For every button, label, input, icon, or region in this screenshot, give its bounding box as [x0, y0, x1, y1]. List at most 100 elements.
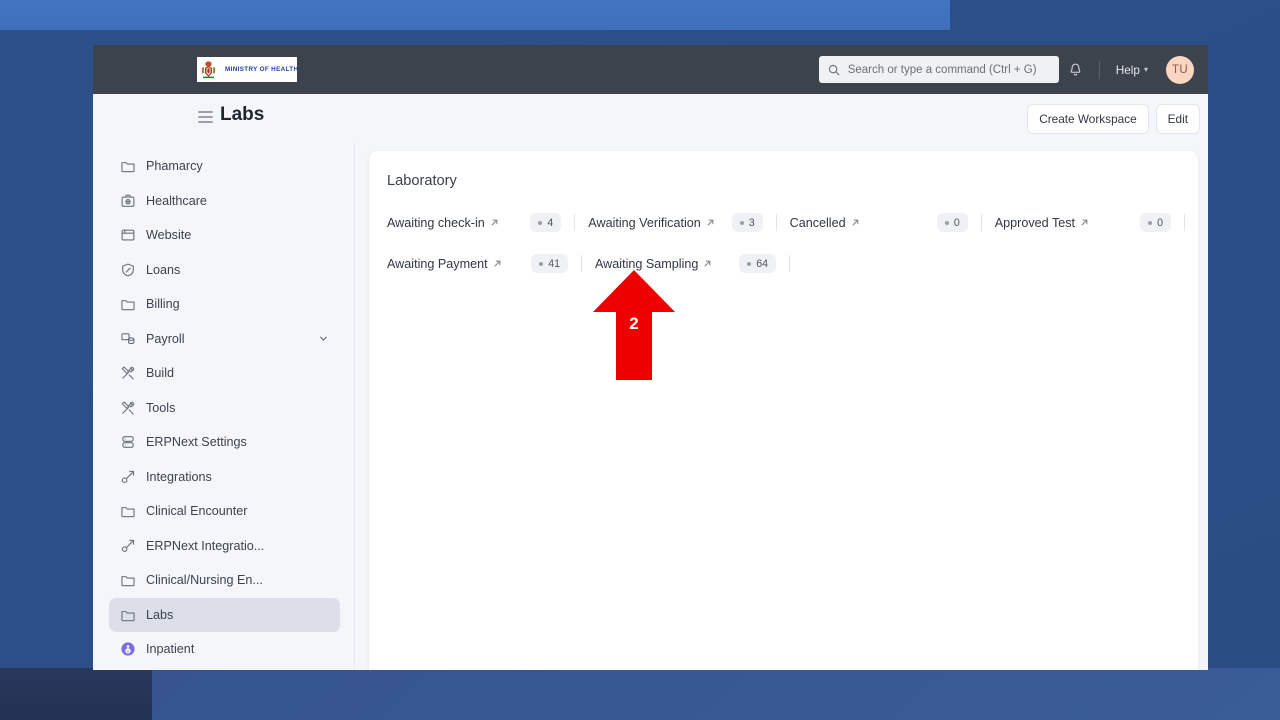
- shortcut-link-awaiting-payment[interactable]: Awaiting Payment: [387, 257, 502, 271]
- build-tools-icon: [120, 365, 136, 381]
- shortcut-count: 4: [547, 216, 554, 229]
- shortcut-separator: [1184, 214, 1185, 231]
- shortcut-label: Awaiting Sampling: [595, 256, 699, 271]
- sidebar-item-integrations[interactable]: Integrations: [109, 460, 340, 495]
- integrations-icon: [120, 469, 136, 485]
- ministry-of-health-logo[interactable]: MINISTRY OF HEALTH: [197, 57, 299, 82]
- shortcut-link-awaiting-sampling[interactable]: Awaiting Sampling: [595, 257, 712, 271]
- status-dot-icon: [944, 220, 949, 225]
- hamburger-menu-icon[interactable]: [198, 111, 213, 123]
- page-header-actions: Create Workspace Edit: [1027, 104, 1200, 134]
- arrow-up-right-icon: [490, 218, 499, 227]
- shortcut-separator: [980, 214, 982, 231]
- shortcut-label: Awaiting Payment: [387, 256, 488, 271]
- shortcut-count-badge: 0: [1140, 213, 1171, 232]
- sidebar-item-label: Clinical/Nursing En...: [146, 573, 263, 588]
- shortcut-count: 41: [548, 257, 560, 270]
- sidebar-item-labs[interactable]: Labs: [109, 597, 340, 632]
- browser-window-icon: [120, 227, 136, 243]
- folder-icon: [120, 503, 136, 519]
- shortcut-cell: Awaiting Verification 3: [588, 213, 789, 232]
- sidebar-item-clinical-encounter[interactable]: Clinical Encounter: [109, 494, 340, 529]
- status-dot-icon: [538, 220, 543, 225]
- sidebar-item-build[interactable]: Build: [109, 356, 340, 391]
- status-dot-icon: [539, 261, 544, 266]
- sidebar-item-label: Build: [146, 366, 175, 381]
- search-input[interactable]: Search or type a command (Ctrl + G): [818, 56, 1059, 83]
- sidebar-item-label: ERPNext Integratio...: [146, 538, 265, 553]
- medical-kit-icon: [120, 193, 136, 209]
- main-content-area: Laboratory Awaiting check-in 4 Awaiting Ve…: [355, 142, 1208, 670]
- shortcut-count-badge: 4: [530, 213, 562, 232]
- chevron-down-icon: ▾: [1143, 65, 1148, 74]
- navbar-right-group: Search or type a command (Ctrl + G) Help…: [818, 45, 1194, 94]
- shortcut-separator: [775, 214, 777, 231]
- sidebar-item-phamarcy[interactable]: Phamarcy: [109, 149, 340, 184]
- sidebar-item-label: Website: [146, 228, 192, 243]
- edit-button[interactable]: Edit: [1155, 104, 1200, 134]
- sidebar-item-payroll[interactable]: Payroll: [109, 322, 340, 357]
- arrow-up-right-icon: [703, 259, 712, 268]
- desktop-wallpaper-bottom-left: [0, 668, 152, 720]
- shortcut-link-awaiting-check-in[interactable]: Awaiting check-in: [387, 216, 499, 230]
- arrow-up-right-icon: [493, 259, 502, 268]
- shortcut-row: Awaiting check-in 4 Awaiting Verification 3…: [387, 213, 1198, 232]
- sidebar-item-loans[interactable]: Loans: [109, 253, 340, 288]
- sidebar-item-erpnext-integratio[interactable]: ERPNext Integratio...: [109, 529, 340, 564]
- shortcut-link-approved-test[interactable]: Approved Test: [995, 216, 1089, 230]
- notifications-button[interactable]: [1059, 45, 1093, 94]
- shortcut-link-cancelled[interactable]: Cancelled: [790, 216, 860, 230]
- sidebar-item-clinical-nursing-en[interactable]: Clinical/Nursing En...: [109, 563, 340, 598]
- chevron-down-icon[interactable]: [318, 333, 329, 344]
- payroll-icon: [120, 331, 136, 347]
- sidebar-item-erpnext-settings[interactable]: ERPNext Settings: [109, 425, 340, 460]
- sidebar-item-label: Phamarcy: [146, 159, 203, 174]
- shortcut-count: 3: [748, 216, 755, 229]
- top-navbar: MINISTRY OF HEALTH Search or type a comm…: [93, 45, 1208, 94]
- sidebar-item-label: Inpatient: [146, 642, 195, 657]
- sidebar-item-label: Payroll: [146, 331, 185, 346]
- desktop-wallpaper-bottom-right: [152, 668, 1280, 720]
- shortcut-cell: Awaiting check-in 4: [387, 213, 588, 232]
- page-body: Phamarcy Healthcare Website Loans Billing Pay…: [93, 142, 1208, 670]
- sidebar-item-label: Healthcare: [146, 193, 207, 208]
- section-title: Laboratory: [387, 173, 457, 189]
- shortcut-label: Awaiting Verification: [588, 215, 701, 230]
- help-label: Help: [1115, 62, 1140, 77]
- sidebar-item-label: Tools: [146, 400, 176, 415]
- desktop-wallpaper-top: [0, 0, 950, 30]
- sidebar-item-website[interactable]: Website: [109, 218, 340, 253]
- shortcut-count: 0: [953, 216, 960, 229]
- sidebar-item-tools[interactable]: Tools: [109, 391, 340, 426]
- desktop-background: MINISTRY OF HEALTH Search or type a comm…: [0, 0, 1280, 720]
- shortcut-label: Awaiting check-in: [387, 215, 485, 230]
- status-dot-icon: [1148, 220, 1153, 225]
- avatar[interactable]: TU: [1166, 55, 1194, 84]
- loan-icon: [120, 262, 136, 278]
- sidebar-item-billing[interactable]: Billing: [109, 287, 340, 322]
- folder-icon: [120, 572, 136, 588]
- arrow-up-right-icon: [1080, 218, 1089, 227]
- shortcut-count-badge: 64: [739, 254, 776, 273]
- shortcut-link-awaiting-verification[interactable]: Awaiting Verification: [588, 216, 714, 230]
- shortcut-count-badge: 41: [531, 254, 568, 273]
- shortcut-separator: [574, 214, 576, 231]
- create-workspace-button[interactable]: Create Workspace: [1027, 104, 1149, 134]
- shortcut-separator: [581, 255, 582, 272]
- arrow-up-right-icon: [706, 218, 715, 227]
- sidebar: Phamarcy Healthcare Website Loans Billing Pay…: [93, 142, 355, 670]
- status-dot-icon: [747, 261, 752, 266]
- shortcut-label: Approved Test: [994, 215, 1076, 230]
- shortcut-count-badge: 3: [731, 213, 763, 232]
- shortcut-cell: Approved Test 0: [995, 213, 1198, 232]
- sidebar-item-healthcare[interactable]: Healthcare: [109, 184, 340, 219]
- workspace-card: Laboratory Awaiting check-in 4 Awaiting Ve…: [369, 151, 1198, 670]
- shortcut-count-badge: 0: [936, 213, 968, 232]
- folder-icon: [120, 607, 136, 623]
- shortcut-cell: Awaiting Sampling 64: [595, 254, 803, 273]
- sidebar-item-inpatient[interactable]: Inpatient: [109, 632, 340, 667]
- help-menu-button[interactable]: Help ▾: [1106, 63, 1158, 77]
- logo-text: MINISTRY OF HEALTH: [225, 66, 299, 73]
- sidebar-item-label: Loans: [146, 262, 181, 277]
- shortcut-count: 64: [756, 257, 768, 270]
